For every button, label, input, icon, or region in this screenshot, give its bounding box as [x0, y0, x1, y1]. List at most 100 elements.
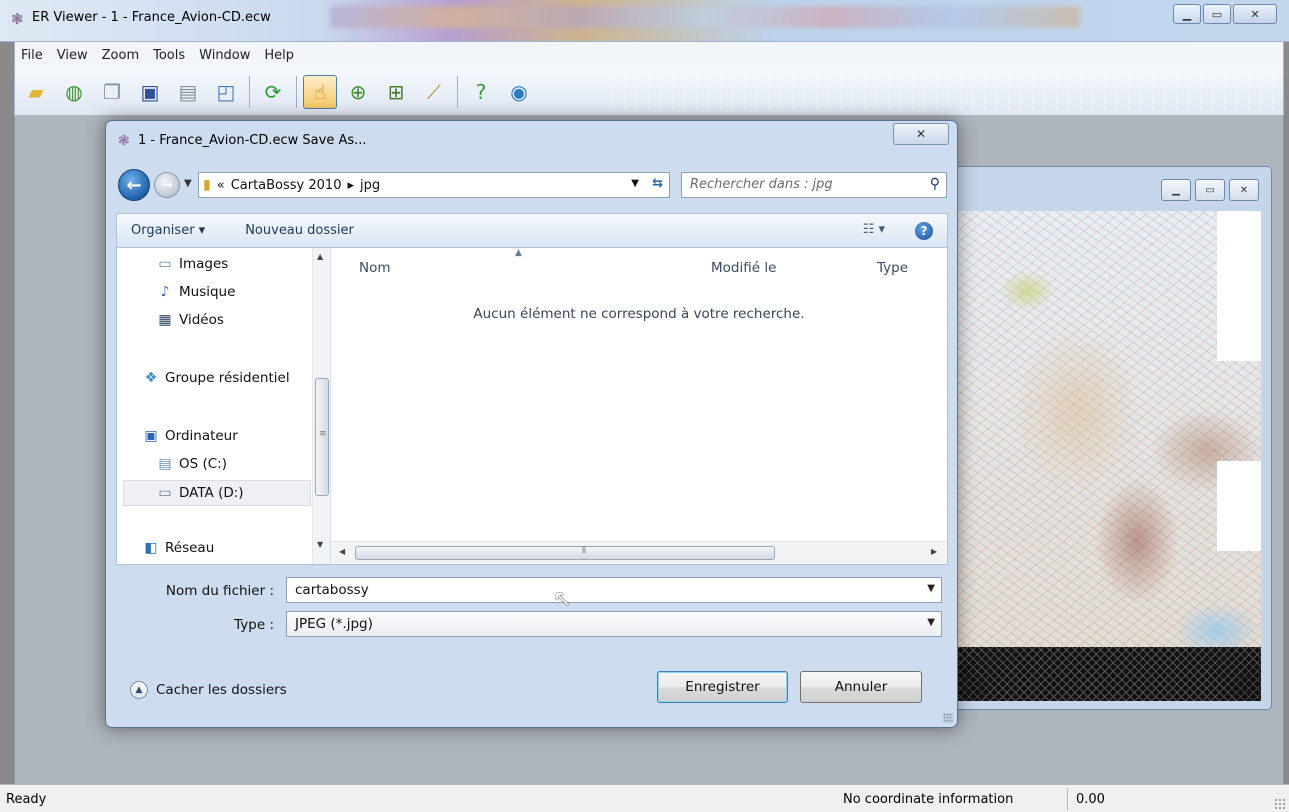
file-name-input[interactable]: cartabossy ▼ [286, 577, 942, 603]
navigation-row: ← → ▼ ▮ « CartaBossy 2010 ▸ jpg ▼ ⇆ Rech… [118, 169, 948, 201]
maximize-button[interactable]: ▭ [1203, 4, 1231, 24]
new-folder-button[interactable]: Nouveau dossier [245, 223, 354, 238]
nav-item-label: OS (C:) [179, 456, 227, 472]
open-folder-icon[interactable]: ▰ [19, 75, 53, 109]
file-list-pane[interactable]: ▲ Nom Modifié le Type Aucun élément ne c… [331, 248, 947, 564]
save-button[interactable]: Enregistrer [657, 671, 788, 703]
nav-item-label: Ordinateur [165, 428, 238, 444]
hide-folders-toggle[interactable]: ▲ Cacher les dossiers [130, 681, 287, 699]
column-modified[interactable]: Modifié le [711, 260, 776, 276]
scroll-left-icon[interactable]: ◀ [339, 547, 345, 556]
open-globe-icon[interactable]: ◍ [57, 75, 91, 109]
file-type-dropdown-icon[interactable]: ▼ [927, 617, 935, 628]
nav-item-network[interactable]: ◧ Réseau [141, 540, 214, 556]
nav-item-homegroup[interactable]: ❖ Groupe résidentiel [141, 370, 290, 386]
app-title: ER Viewer - 1 - France_Avion-CD.ecw [32, 10, 271, 25]
nav-item-drive-c[interactable]: ▤ OS (C:) [155, 456, 227, 472]
computer-icon: ▣ [144, 428, 158, 444]
nav-vertical-scrollbar[interactable]: ▲ ≡ ▼ [312, 248, 330, 564]
file-type-select[interactable]: JPEG (*.jpg) ▼ [286, 611, 942, 637]
address-bar[interactable]: ▮ « CartaBossy 2010 ▸ jpg ▼ ⇆ [198, 172, 670, 198]
taskbar-blur-strip [330, 6, 1080, 28]
nav-item-label: Groupe résidentiel [165, 370, 290, 386]
resize-grip-icon[interactable] [1274, 798, 1286, 810]
zoom-box-icon[interactable]: ⊞ [379, 75, 413, 109]
nav-item-drive-d[interactable]: ▭ DATA (D:) [123, 480, 311, 506]
scroll-down-icon[interactable]: ▼ [317, 540, 323, 549]
homegroup-icon: ❖ [144, 370, 158, 386]
menu-file[interactable]: File [21, 48, 43, 63]
copy-icon[interactable]: ❐ [95, 75, 129, 109]
breadcrumb-jpg[interactable]: jpg [360, 178, 380, 193]
menu-window[interactable]: Window [199, 48, 250, 63]
child-minimize-button[interactable]: ▁ [1161, 179, 1191, 201]
measure-ruler-icon[interactable]: ⟋ [417, 75, 451, 109]
scroll-up-icon[interactable]: ▲ [317, 252, 323, 261]
scroll-grip-icon: ≡ [319, 429, 327, 439]
menu-view[interactable]: View [57, 48, 88, 63]
scroll-thumb[interactable]: ≡ [315, 378, 329, 496]
nav-item-videos[interactable]: ▦ Vidéos [155, 312, 223, 328]
print-preview-icon[interactable]: ◰ [209, 75, 243, 109]
empty-folder-message: Aucun élément ne correspond à votre rech… [473, 306, 805, 322]
nav-item-label: Images [179, 256, 229, 272]
child-close-button[interactable]: ✕ [1229, 179, 1259, 201]
organize-button[interactable]: Organiser ▾ [131, 223, 205, 238]
save-icon[interactable]: ▣ [133, 75, 167, 109]
address-overflow[interactable]: « [217, 178, 225, 193]
scroll-thumb[interactable]: ⦀ [355, 546, 775, 560]
zoom-in-icon[interactable]: ⊕ [341, 75, 375, 109]
column-type[interactable]: Type [877, 260, 908, 276]
forward-button[interactable]: → [154, 172, 180, 198]
child-window-controls: ▁ ▭ ✕ [1161, 179, 1259, 201]
file-name-dropdown-icon[interactable]: ▼ [927, 583, 935, 594]
pan-hand-icon[interactable]: ☝ [303, 74, 337, 109]
app-titlebar[interactable]: ❃ ER Viewer - 1 - France_Avion-CD.ecw ▁ … [0, 0, 1289, 42]
file-name-value: cartabossy [295, 582, 369, 598]
search-icon[interactable]: ⚲ [930, 176, 940, 192]
dialog-resize-grip-icon[interactable] [943, 713, 953, 723]
dialog-close-button[interactable]: ✕ [893, 123, 949, 145]
help-icon[interactable]: ? [915, 222, 933, 240]
address-dropdown-icon[interactable]: ▼ [631, 178, 639, 189]
child-maximize-button[interactable]: ▭ [1195, 179, 1225, 201]
file-horizontal-scrollbar[interactable]: ◀ ⦀ ▶ [331, 541, 947, 563]
close-icon: ✕ [1250, 7, 1260, 21]
nav-item-images[interactable]: ▭ Images [155, 256, 228, 272]
history-dropdown-icon[interactable]: ▼ [184, 178, 192, 189]
menu-tools[interactable]: Tools [153, 48, 185, 63]
back-arrow-icon: ← [126, 174, 142, 196]
column-name[interactable]: Nom [359, 260, 391, 276]
minimize-button[interactable]: ▁ [1173, 4, 1201, 24]
er-viewer-app-icon: ❃ [11, 10, 24, 28]
file-type-label: Type : [234, 617, 274, 633]
file-type-value: JPEG (*.jpg) [295, 616, 373, 632]
nav-item-music[interactable]: ♪ Musique [155, 284, 236, 300]
view-options-icon[interactable]: ☷ ▾ [863, 222, 885, 237]
dialog-app-icon: ❃ [118, 133, 130, 149]
main-toolbar: ▰ ◍ ❐ ▣ ▤ ◰ ⟳ ☝ ⊕ ⊞ ⟋ ? ◉ [14, 68, 1284, 116]
refresh-icon[interactable]: ⟳ [256, 75, 290, 109]
back-button[interactable]: ← [118, 169, 150, 201]
close-button[interactable]: ✕ [1233, 4, 1277, 24]
help-icon[interactable]: ? [464, 75, 498, 109]
navigation-pane[interactable]: ▭ Images ♪ Musique ▦ Vidéos ❖ Groupe rés… [117, 248, 331, 564]
map-child-window[interactable]: ▁ ▭ ✕ [930, 166, 1272, 710]
refresh-arrows-icon[interactable]: ⇆ [652, 176, 663, 191]
scroll-right-icon[interactable]: ▶ [931, 547, 937, 556]
cancel-button[interactable]: Annuler [800, 671, 922, 703]
breadcrumb-cartabossy[interactable]: CartaBossy 2010 [231, 178, 342, 193]
save-as-dialog[interactable]: ❃ 1 - France_Avion-CD.ecw Save As... ✕ ←… [105, 120, 958, 728]
about-icon[interactable]: ◉ [502, 75, 536, 109]
status-coordinates: No coordinate information [843, 792, 1014, 807]
search-input[interactable]: Rechercher dans : jpg ⚲ [681, 172, 947, 198]
nav-item-computer[interactable]: ▣ Ordinateur [141, 428, 238, 444]
close-icon: ✕ [1239, 184, 1249, 196]
menu-zoom[interactable]: Zoom [102, 48, 139, 63]
map-canvas[interactable] [957, 211, 1261, 701]
status-ready: Ready [6, 792, 47, 807]
nav-item-label: Musique [179, 284, 236, 300]
breadcrumb-separator-icon[interactable]: ▸ [347, 178, 354, 193]
print-icon[interactable]: ▤ [171, 75, 205, 109]
menu-help[interactable]: Help [264, 48, 294, 63]
